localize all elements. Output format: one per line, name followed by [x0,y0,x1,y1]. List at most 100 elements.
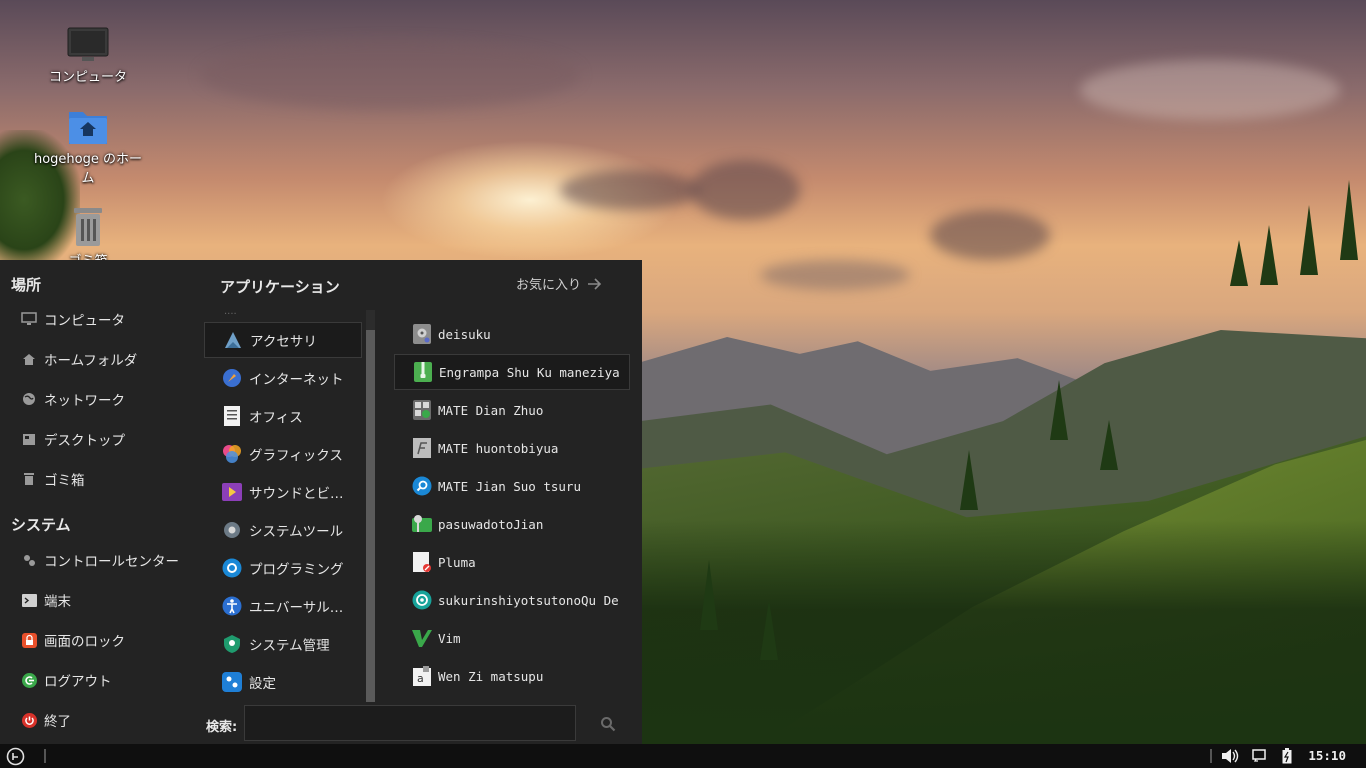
system-item-lock-screen[interactable]: 画面のロック [20,624,200,656]
app-item-label: MATE huontobiyua [438,440,559,456]
font-viewer-icon [412,438,432,458]
tree [700,560,718,630]
cloud [560,170,700,210]
logout-icon [20,671,38,689]
category-multimedia[interactable]: サウンドとビ… [204,474,362,510]
globe-icon [20,390,38,408]
multimedia-icon [221,481,243,503]
cloud [690,160,800,220]
power-icon [20,711,38,729]
system-item-label: 端末 [44,594,71,610]
app-item-label: Wen Zi matsupu [438,668,544,684]
category-programming[interactable]: プログラミング [204,550,362,586]
search-label: 検索: [206,720,238,735]
category-graphics[interactable]: グラフィックス [204,436,362,472]
cloud [200,40,580,110]
place-item-label: ネットワーク [44,393,125,409]
scroll-more-indicator: .... [224,306,237,317]
tree [1100,420,1118,470]
desktop-icon-computer[interactable]: コンピュータ [33,26,143,85]
search-icon[interactable] [600,716,616,732]
office-icon [221,405,243,427]
category-administration[interactable]: システム管理 [204,626,362,662]
place-item-label: ホームフォルダ [44,353,138,369]
tree [760,600,778,660]
internet-icon [221,367,243,389]
category-label: オフィス [249,410,303,426]
app-item-character-map[interactable]: a Wen Zi matsupu [394,658,630,694]
place-item-trash[interactable]: ゴミ箱 [20,463,200,495]
category-label: システムツール [249,524,344,540]
app-item-vim[interactable]: Vim [394,620,630,656]
app-item-calculator[interactable]: MATE Dian Zhuo [394,392,630,428]
place-item-label: ゴミ箱 [44,473,85,489]
app-item-passwords[interactable]: pasuwadotoJian [394,506,630,542]
system-item-shutdown[interactable]: 終了 [20,704,200,736]
cloud [760,260,910,290]
cloud [930,210,1050,260]
svg-text:a: a [417,672,424,685]
app-item-label: sukurinshiyotsutonoQu De [438,592,619,608]
forest [640,520,1366,744]
system-title: システム [11,516,71,534]
place-item-computer[interactable]: コンピュータ [20,303,200,335]
favorites-label: お気に入り [516,278,582,293]
clock[interactable]: 15:10 [1308,748,1346,763]
home-folder-icon [69,112,107,144]
place-item-desktop[interactable]: デスクトップ [20,423,200,455]
category-universal-access[interactable]: ユニバーサル… [204,588,362,624]
category-label: サウンドとビ… [249,486,344,502]
arrow-right-icon [588,277,602,290]
desktop-icon-home[interactable]: hogehoge のホーム [33,106,143,186]
text-editor-icon [412,552,432,572]
terminal-icon [20,591,38,609]
tree [960,450,978,510]
battery-icon[interactable] [1282,748,1292,764]
place-item-label: コンピュータ [44,313,125,329]
applications-title: アプリケーション [220,278,340,296]
app-item-engrampa[interactable]: Engrampa Shu Ku maneziya [394,354,630,390]
app-item-screenshot[interactable]: sukurinshiyotsutonoQu De [394,582,630,618]
app-item-disks[interactable]: deisuku [394,316,630,352]
places-title: 場所 [11,276,42,294]
category-preferences[interactable]: 設定 [204,664,362,700]
system-item-terminal[interactable]: 端末 [20,584,200,616]
app-item-search-tool[interactable]: MATE Jian Suo tsuru [394,468,630,504]
category-label: システム管理 [249,638,330,654]
app-item-font-viewer[interactable]: MATE huontobiyua [394,430,630,466]
system-tools-icon [221,519,243,541]
settings-icon [20,551,38,569]
volume-icon[interactable] [1221,748,1239,764]
category-scrollbar-thumb[interactable] [366,330,375,702]
taskbar: 15:10 [0,744,1366,768]
category-label: ユニバーサル… [249,600,344,616]
place-item-home[interactable]: ホームフォルダ [20,343,200,375]
category-label: 設定 [249,676,276,692]
tree [1300,205,1318,275]
category-internet[interactable]: インターネット [204,360,362,396]
category-system-tools[interactable]: システムツール [204,512,362,548]
system-item-label: 終了 [44,714,71,730]
favorites-link[interactable]: お気に入り [516,274,603,293]
menu-launcher-icon[interactable] [6,747,25,766]
disk-icon [412,324,432,344]
desktop-icon-label: コンピュータ [48,70,127,85]
place-item-network[interactable]: ネットワーク [20,383,200,415]
programming-icon [221,557,243,579]
app-item-label: Engrampa Shu Ku maneziya [439,364,620,380]
system-item-label: 画面のロック [44,634,125,650]
system-item-control-center[interactable]: コントロールセンター [20,544,200,576]
desktop-icon [20,430,38,448]
app-item-label: Vim [438,630,461,646]
app-item-pluma[interactable]: Pluma [394,544,630,580]
notification-icon[interactable] [1252,749,1266,762]
password-key-icon [412,514,432,534]
category-office[interactable]: オフィス [204,398,362,434]
category-label: インターネット [249,372,344,388]
category-accessories[interactable]: アクセサリ [204,322,362,358]
lock-icon [20,631,38,649]
system-item-logout[interactable]: ログアウト [20,664,200,696]
home-icon [20,350,38,368]
search-input[interactable] [244,705,576,741]
accessibility-icon [221,595,243,617]
